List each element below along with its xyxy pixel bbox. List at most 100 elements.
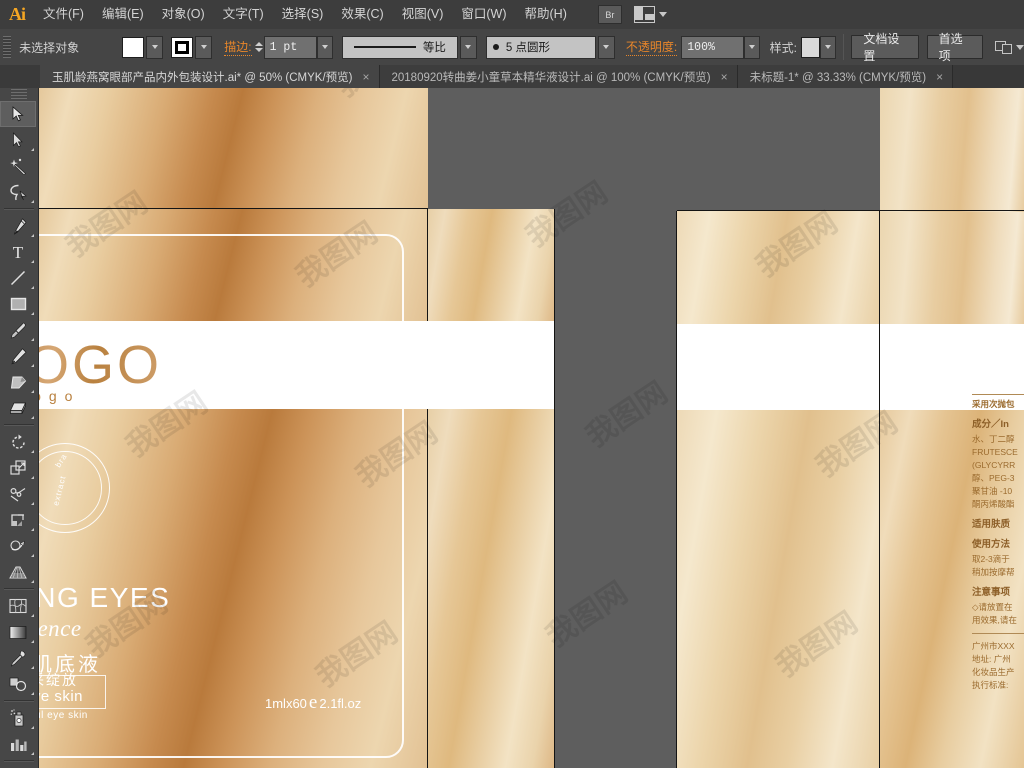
graphic-style-dropdown-button[interactable] bbox=[820, 35, 836, 59]
perspective-grid-tool[interactable] bbox=[0, 559, 36, 585]
graphic-style-swatch[interactable] bbox=[800, 36, 820, 58]
line-segment-tool[interactable] bbox=[0, 265, 36, 291]
tab-document-1[interactable]: 玉肌龄燕窝眼部产品内外包装设计.ai* @ 50% (CMYK/预览) × bbox=[40, 65, 380, 88]
document-tab-bar: 玉肌龄燕窝眼部产品内外包装设计.ai* @ 50% (CMYK/预览) × 20… bbox=[0, 65, 1024, 88]
artwork-tagline-en[interactable]: eye skin bbox=[38, 688, 83, 705]
artwork-box-right-upper[interactable] bbox=[677, 211, 880, 324]
menu-object[interactable]: 对象(O) bbox=[153, 0, 214, 29]
paintbrush-tool[interactable] bbox=[0, 317, 36, 343]
artwork-hairline-top-right bbox=[677, 210, 1024, 211]
column-graph-tool[interactable] bbox=[0, 731, 36, 757]
artwork-panel-top-left[interactable] bbox=[38, 88, 428, 208]
document-setup-button[interactable]: 文档设置 bbox=[851, 32, 919, 63]
fill-swatch[interactable] bbox=[122, 36, 145, 58]
tools-panel-grip[interactable] bbox=[11, 89, 27, 99]
artwork-info-company-line: 执行标准: bbox=[972, 680, 1009, 690]
tools-divider bbox=[4, 588, 34, 590]
stroke-weight-stepper[interactable] bbox=[255, 37, 264, 58]
artwork-flap-left[interactable] bbox=[428, 209, 555, 321]
artwork-panel-top-right[interactable] bbox=[880, 88, 1024, 212]
mesh-tool[interactable] bbox=[0, 593, 36, 619]
menu-effect[interactable]: 效果(C) bbox=[332, 0, 392, 29]
magic-wand-tool[interactable] bbox=[0, 153, 36, 179]
pen-tool[interactable] bbox=[0, 213, 36, 239]
lasso-tool[interactable] bbox=[0, 179, 36, 205]
rotate-tool[interactable] bbox=[0, 429, 36, 455]
tool-flyout-indicator bbox=[31, 692, 34, 695]
artwork-logo-subtext[interactable]: logo bbox=[38, 388, 80, 404]
menu-type[interactable]: 文字(T) bbox=[214, 0, 273, 29]
menu-file[interactable]: 文件(F) bbox=[34, 0, 93, 29]
artwork-hairline-vertical-3 bbox=[554, 209, 555, 768]
free-transform-tool[interactable] bbox=[0, 507, 36, 533]
tab-close-icon[interactable]: × bbox=[721, 71, 728, 83]
artwork-hairline-top-left bbox=[38, 208, 428, 209]
shape-builder-tool[interactable] bbox=[0, 533, 36, 559]
brush-combo[interactable]: 5 点圆形 bbox=[485, 35, 596, 59]
selection-tool[interactable] bbox=[0, 101, 36, 127]
control-bar-overflow-button[interactable] bbox=[995, 40, 1024, 54]
artwork-info-rule bbox=[972, 394, 1024, 395]
width-profile-combo[interactable]: 等比 bbox=[341, 35, 458, 59]
width-tool[interactable] bbox=[0, 481, 36, 507]
artboard-canvas[interactable]: bra extract LOGO logo ING EYES sence 肌底液… bbox=[38, 88, 1024, 768]
stroke-weight-label[interactable]: 描边: bbox=[224, 38, 252, 56]
preferences-button[interactable]: 首选项 bbox=[926, 32, 984, 63]
variable-width-profile-control[interactable]: 等比 bbox=[341, 35, 477, 59]
blob-brush-tool[interactable] bbox=[0, 369, 36, 395]
artwork-info-ingredients-head: 成分／In bbox=[972, 419, 1009, 430]
blend-tool[interactable] bbox=[0, 671, 36, 697]
artwork-tagline-cn[interactable]: 采绽放 bbox=[38, 670, 78, 690]
menu-select[interactable]: 选择(S) bbox=[273, 0, 333, 29]
tab-document-2[interactable]: 20180920转曲姜小童草本精华液设计.ai @ 100% (CMYK/预览)… bbox=[379, 65, 738, 88]
stroke-weight-dropdown-button[interactable] bbox=[317, 35, 333, 59]
tool-flyout-indicator bbox=[31, 416, 34, 419]
tab-bar-spacer bbox=[0, 65, 40, 88]
stroke-color-control[interactable] bbox=[171, 35, 213, 59]
opacity-dropdown-button[interactable] bbox=[744, 35, 760, 59]
menu-help[interactable]: 帮助(H) bbox=[516, 0, 576, 29]
tab-close-icon[interactable]: × bbox=[362, 71, 369, 83]
tool-flyout-indicator bbox=[31, 200, 34, 203]
opacity-input[interactable]: 100% bbox=[681, 35, 745, 59]
brush-definition-control[interactable]: 5 点圆形 bbox=[485, 35, 615, 59]
artwork-flap-left-lower[interactable] bbox=[428, 409, 555, 768]
eraser-tool[interactable] bbox=[0, 395, 36, 421]
artwork-tagline-en-small[interactable]: rful eye skin bbox=[38, 710, 88, 721]
opacity-label[interactable]: 不透明度: bbox=[625, 38, 678, 56]
brush-dropdown-button[interactable] bbox=[597, 35, 615, 59]
menu-view[interactable]: 视图(V) bbox=[393, 0, 453, 29]
direct-selection-tool[interactable] bbox=[0, 127, 36, 153]
symbol-sprayer-tool[interactable] bbox=[0, 705, 36, 731]
tab-document-3[interactable]: 未标题-1* @ 33.33% (CMYK/预览) × bbox=[737, 65, 954, 88]
menu-window[interactable]: 窗口(W) bbox=[452, 0, 515, 29]
fill-dropdown-button[interactable] bbox=[146, 35, 164, 59]
menu-edit[interactable]: 编辑(E) bbox=[93, 0, 153, 29]
stroke-weight-input[interactable]: 1 pt bbox=[263, 35, 318, 59]
artwork-box-right-upper-2[interactable] bbox=[880, 212, 1024, 324]
artwork-product-subtitle-en[interactable]: sence bbox=[38, 616, 82, 642]
tab-close-icon[interactable]: × bbox=[936, 71, 943, 83]
control-bar-grip[interactable] bbox=[3, 36, 12, 58]
artwork-volume-text[interactable]: 1mlx60 e 2.1fl.oz bbox=[265, 692, 361, 714]
rectangle-tool[interactable] bbox=[0, 291, 36, 317]
artwork-info-column[interactable]: 采用次抛包 成分／In 水、丁二醇 FRUTESCE (GLYCYRR 醇、PE… bbox=[972, 388, 1024, 692]
bridge-button[interactable]: Br bbox=[597, 5, 622, 24]
tool-flyout-indicator bbox=[31, 476, 34, 479]
scale-tool[interactable] bbox=[0, 455, 36, 481]
eyedropper-tool[interactable] bbox=[0, 645, 36, 671]
tool-flyout-indicator bbox=[31, 286, 34, 289]
artwork-product-name-en[interactable]: ING EYES bbox=[38, 582, 170, 614]
gradient-tool[interactable] bbox=[0, 619, 36, 645]
arrange-documents-button[interactable] bbox=[633, 6, 667, 23]
transform-icon bbox=[995, 40, 1013, 54]
artwork-logo-text[interactable]: LOGO bbox=[38, 334, 162, 396]
type-tool[interactable]: T bbox=[0, 239, 36, 265]
width-profile-dropdown-button[interactable] bbox=[459, 35, 477, 59]
pencil-tool[interactable] bbox=[0, 343, 36, 369]
artwork-box-right-lower[interactable] bbox=[677, 410, 880, 768]
tool-flyout-indicator bbox=[31, 260, 34, 263]
stroke-dropdown-button[interactable] bbox=[195, 35, 213, 59]
stroke-swatch[interactable] bbox=[171, 36, 194, 58]
fill-color-control[interactable] bbox=[122, 35, 164, 59]
